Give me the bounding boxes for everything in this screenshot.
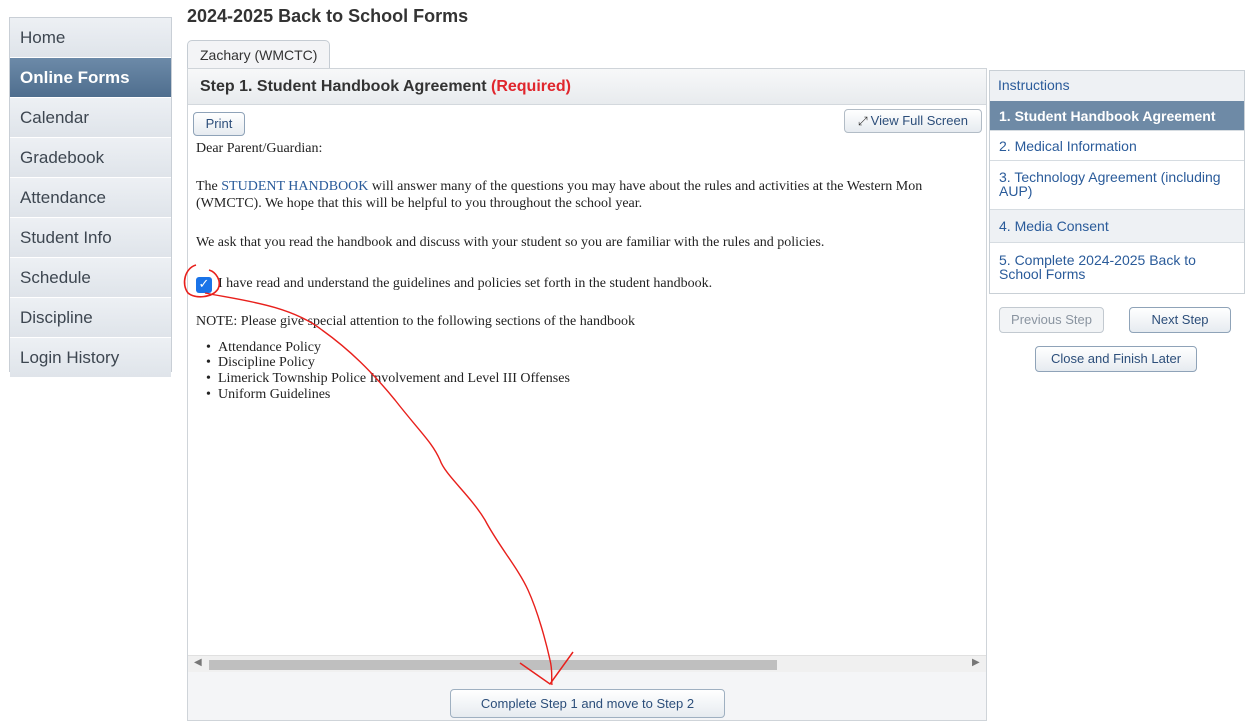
arrowhead-annotation (519, 651, 574, 686)
checkbox-circle-annotation (183, 264, 221, 298)
arrow-path-annotation (204, 292, 553, 686)
red-annotation-overlay (183, 264, 574, 686)
